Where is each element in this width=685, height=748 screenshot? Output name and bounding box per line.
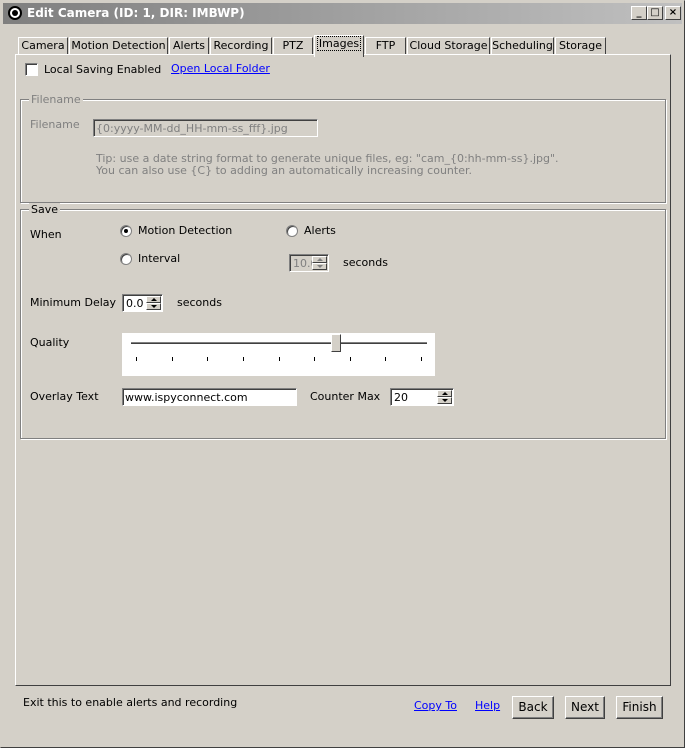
finish-button[interactable]: Finish — [616, 696, 663, 719]
quality-slider-thumb[interactable] — [330, 334, 341, 352]
filename-input[interactable]: {0:yyyy-MM-dd_HH-mm-ss_fff}.jpg — [93, 119, 318, 137]
help-link[interactable]: Help — [475, 699, 500, 712]
quality-slider-tick — [278, 357, 280, 361]
filename-group-legend: Filename — [29, 93, 83, 106]
counter-max-stepper[interactable]: 20 — [390, 388, 454, 406]
save-group-legend: Save — [29, 203, 61, 216]
counter-max-up-arrow-icon[interactable] — [437, 390, 452, 397]
overlay-text-input[interactable]: www.ispyconnect.com — [122, 388, 297, 406]
quality-slider-tick — [242, 357, 244, 361]
quality-slider-tick — [314, 357, 316, 361]
alerts-radio-label: Alerts — [304, 224, 336, 237]
counter-max-down-arrow-icon[interactable] — [437, 397, 452, 404]
interval-down-arrow-icon[interactable] — [312, 263, 327, 270]
quality-slider-tick — [349, 357, 351, 361]
next-button[interactable]: Next — [565, 696, 605, 719]
local-saving-label: Local Saving Enabled — [44, 63, 162, 76]
quality-slider-tick — [421, 357, 422, 361]
maximize-button[interactable]: □ — [647, 6, 663, 20]
filename-label: Filename — [30, 118, 80, 131]
title-bar[interactable]: Edit Camera (ID: 1, DIR: IMBWP) _ □ × — [3, 3, 682, 24]
camera-app-icon — [8, 6, 22, 20]
local-saving-checkbox[interactable] — [25, 63, 38, 76]
min-delay-down-arrow-icon[interactable] — [146, 303, 161, 310]
motion-detection-radio[interactable] — [120, 225, 132, 237]
interval-radio[interactable] — [120, 253, 132, 265]
edit-camera-window: Edit Camera (ID: 1, DIR: IMBWP) _ □ × Ca… — [0, 0, 685, 748]
tab-images[interactable]: Images — [314, 35, 364, 57]
quality-label: Quality — [30, 336, 70, 349]
filename-tip-line2: You can also use {C} to adding an automa… — [96, 164, 472, 177]
counter-max-value: 20 — [394, 391, 408, 404]
alerts-radio[interactable] — [286, 225, 298, 237]
when-label: When — [30, 228, 62, 241]
minimum-delay-value: 0.0 — [126, 297, 144, 310]
minimum-delay-stepper[interactable]: 0.0 — [122, 294, 163, 312]
interval-radio-label: Interval — [138, 252, 181, 265]
quality-slider-track — [131, 342, 427, 345]
filename-group: Filename — [20, 93, 666, 203]
minimum-delay-unit-label: seconds — [177, 296, 222, 309]
minimum-delay-label: Minimum Delay — [30, 296, 117, 309]
minimize-button[interactable]: _ — [631, 6, 647, 20]
quality-slider-tick — [171, 357, 173, 361]
window-title: Edit Camera (ID: 1, DIR: IMBWP) — [27, 6, 245, 20]
quality-slider-tick — [136, 357, 137, 361]
close-button[interactable]: × — [665, 6, 681, 20]
status-message: Exit this to enable alerts and recording — [23, 696, 238, 709]
overlay-text-label: Overlay Text — [30, 390, 99, 403]
open-local-folder-link[interactable]: Open Local Folder — [171, 62, 270, 75]
interval-up-arrow-icon[interactable] — [312, 256, 327, 263]
save-group: Save — [20, 203, 666, 439]
quality-slider-tick — [207, 357, 209, 361]
interval-stepper[interactable]: 10.0 — [289, 254, 329, 272]
motion-detection-radio-label: Motion Detection — [138, 224, 233, 237]
interval-unit-label: seconds — [343, 256, 388, 269]
back-button[interactable]: Back — [512, 696, 554, 719]
quality-slider-tick — [385, 357, 387, 361]
quality-slider[interactable] — [122, 333, 435, 376]
copy-to-link[interactable]: Copy To — [414, 699, 457, 712]
min-delay-up-arrow-icon[interactable] — [146, 296, 161, 303]
counter-max-label: Counter Max — [310, 390, 381, 403]
